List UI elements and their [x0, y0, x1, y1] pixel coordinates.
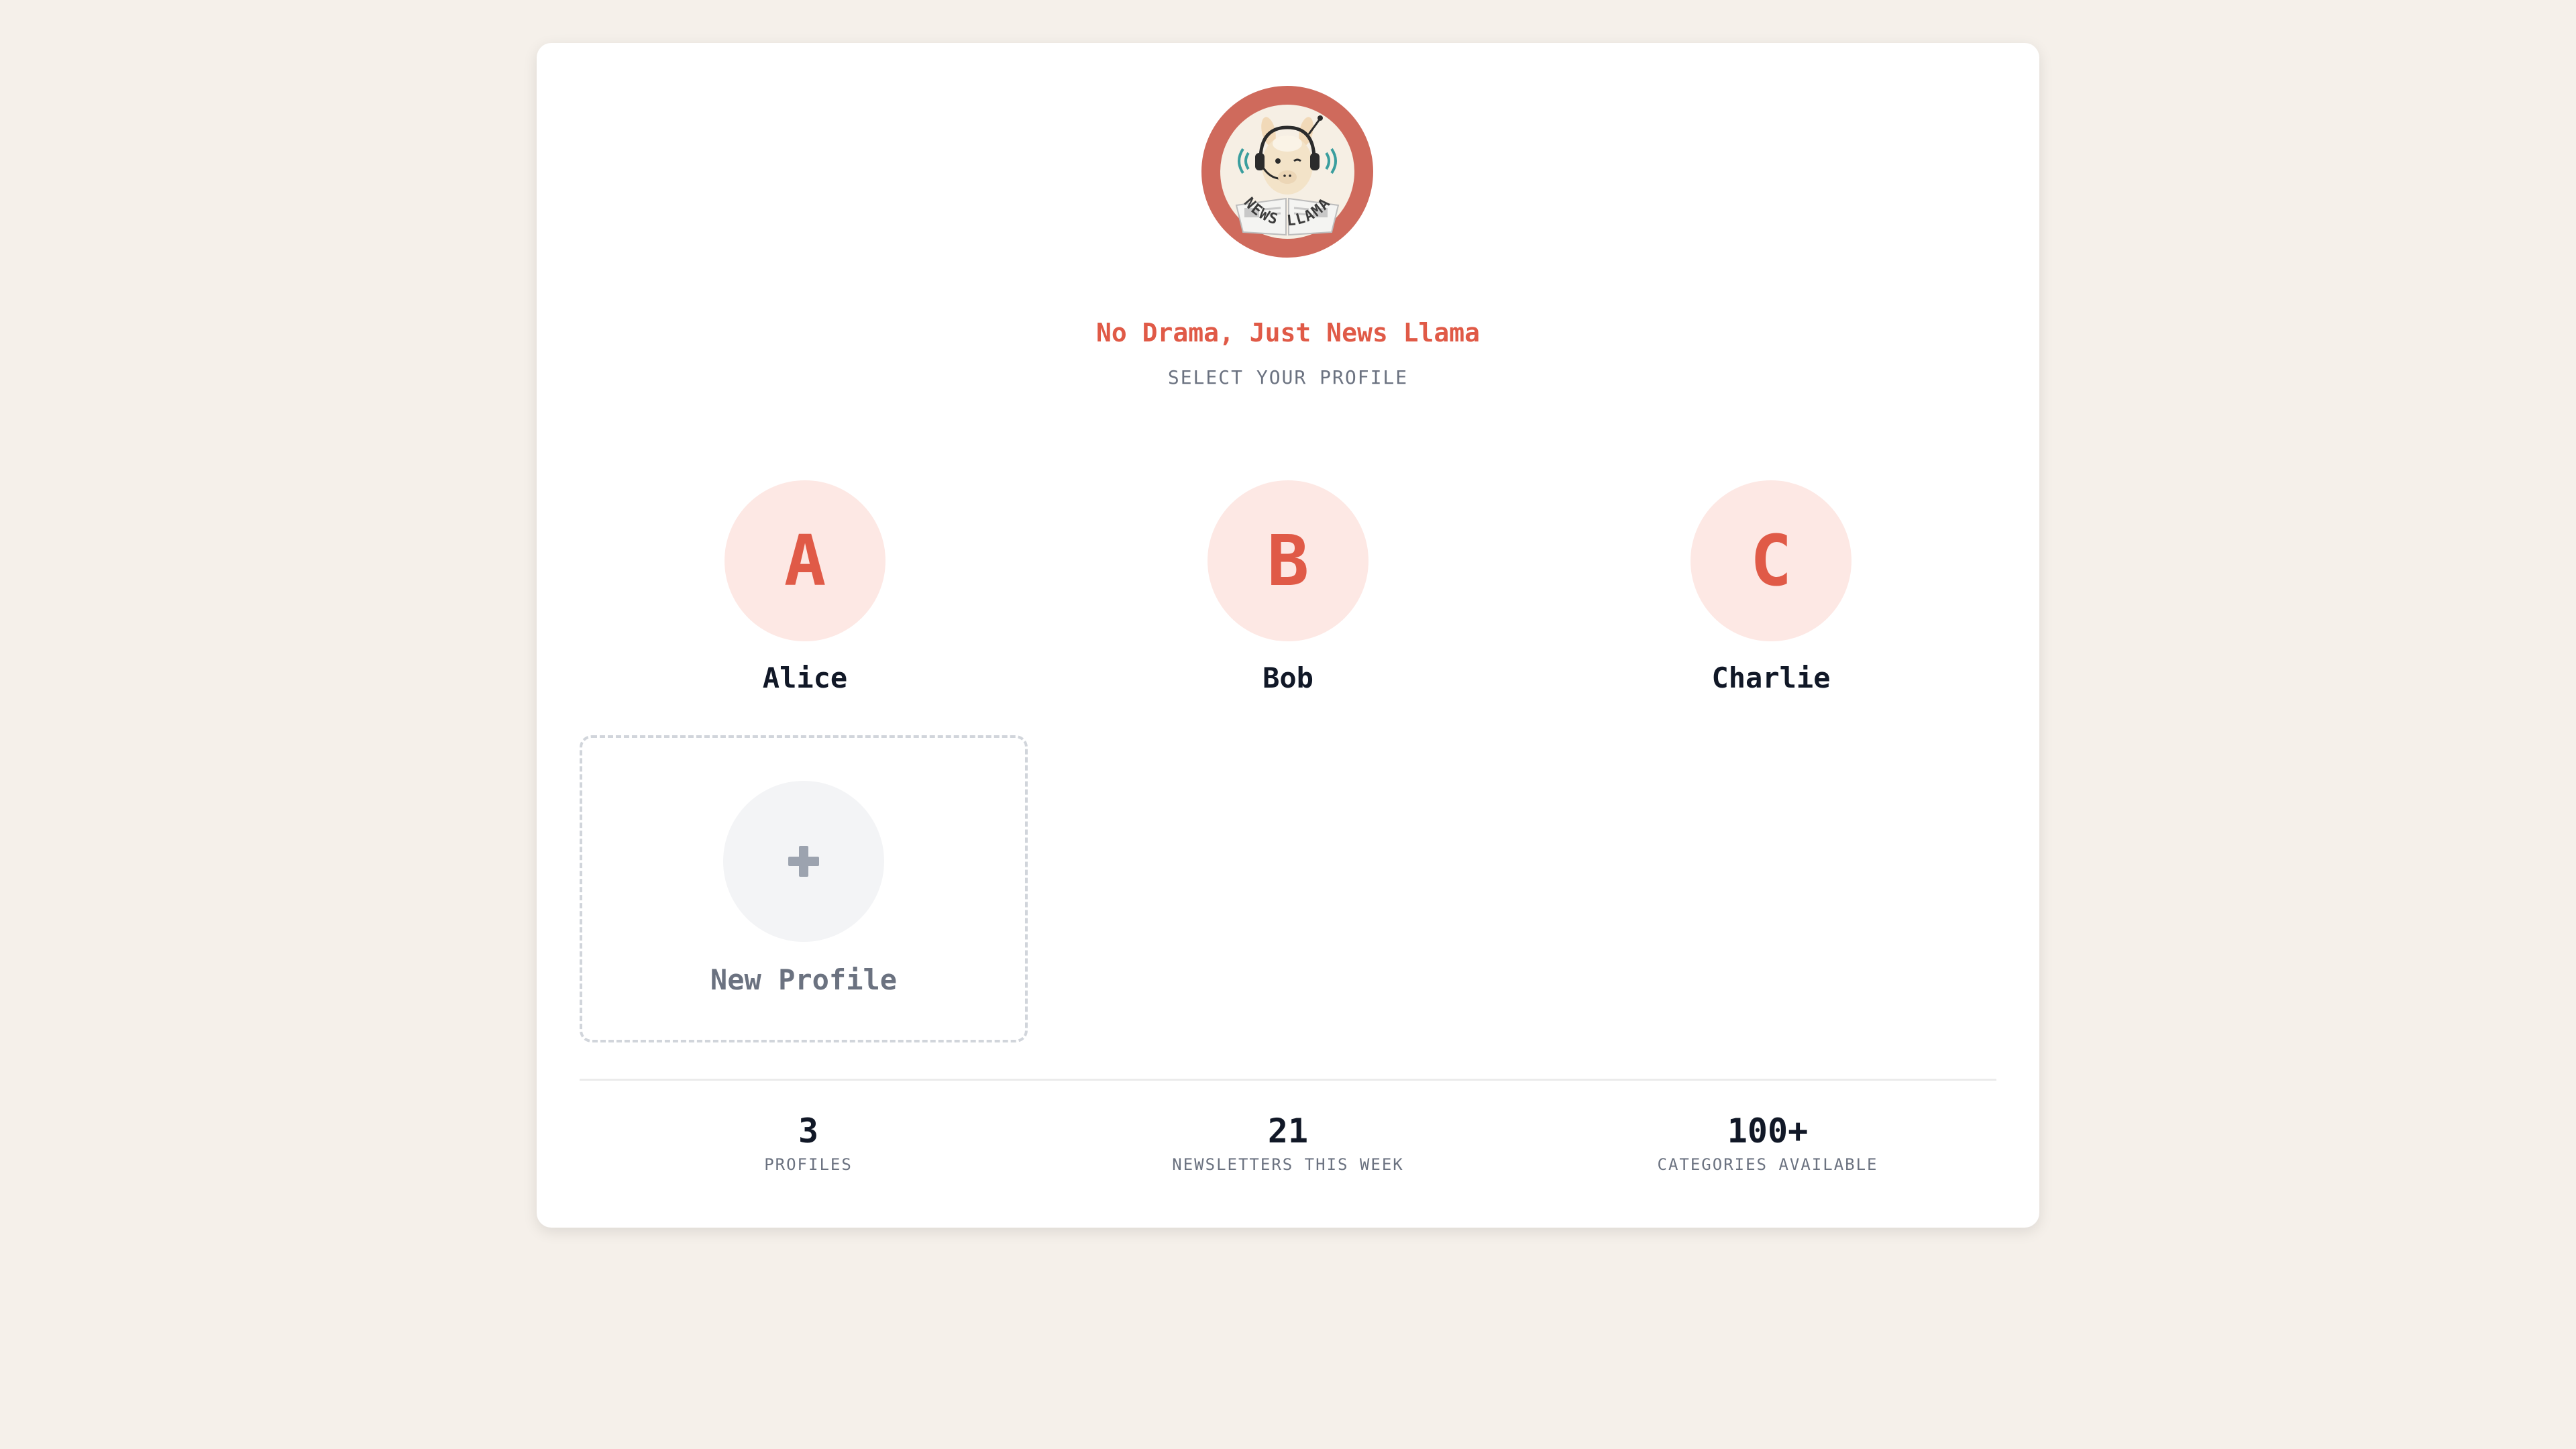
- stat-label: PROFILES: [764, 1155, 853, 1174]
- plus-icon: [788, 846, 819, 877]
- profile-avatar: B: [1208, 480, 1368, 641]
- stat-profiles: 3 PROFILES: [607, 1111, 1010, 1174]
- stat-label: NEWSLETTERS THIS WEEK: [1172, 1155, 1404, 1174]
- stat-value: 21: [1267, 1112, 1309, 1150]
- profile-avatar: C: [1690, 480, 1851, 641]
- new-profile-button[interactable]: New Profile: [580, 735, 1028, 1042]
- select-profile-subtitle: SELECT YOUR PROFILE: [1167, 366, 1409, 388]
- profile-name: Alice: [762, 661, 848, 694]
- profile-card-bob[interactable]: B Bob: [1154, 436, 1422, 711]
- new-profile-label: New Profile: [710, 963, 898, 996]
- stat-value: 3: [798, 1112, 819, 1150]
- stat-categories: 100+ CATEGORIES AVAILABLE: [1566, 1111, 1969, 1174]
- stat-newsletters: 21 NEWSLETTERS THIS WEEK: [1087, 1111, 1489, 1174]
- profile-selection-card: NEWS LLAMA No Drama, Just News Llama SEL…: [537, 43, 2039, 1228]
- tagline: No Drama, Just News Llama: [1096, 318, 1480, 347]
- profile-name: Charlie: [1711, 661, 1831, 694]
- profile-card-alice[interactable]: A Alice: [671, 436, 939, 711]
- stats-divider: [580, 1079, 1996, 1081]
- llama-mascot-icon: NEWS LLAMA: [1220, 105, 1354, 239]
- profile-name: Bob: [1263, 661, 1313, 694]
- profile-avatar: A: [724, 480, 885, 641]
- stat-value: 100+: [1727, 1112, 1809, 1150]
- profile-card-charlie[interactable]: C Charlie: [1637, 436, 1905, 711]
- news-llama-logo: NEWS LLAMA: [1201, 86, 1373, 258]
- new-profile-avatar: [723, 781, 884, 942]
- stat-label: CATEGORIES AVAILABLE: [1657, 1155, 1878, 1174]
